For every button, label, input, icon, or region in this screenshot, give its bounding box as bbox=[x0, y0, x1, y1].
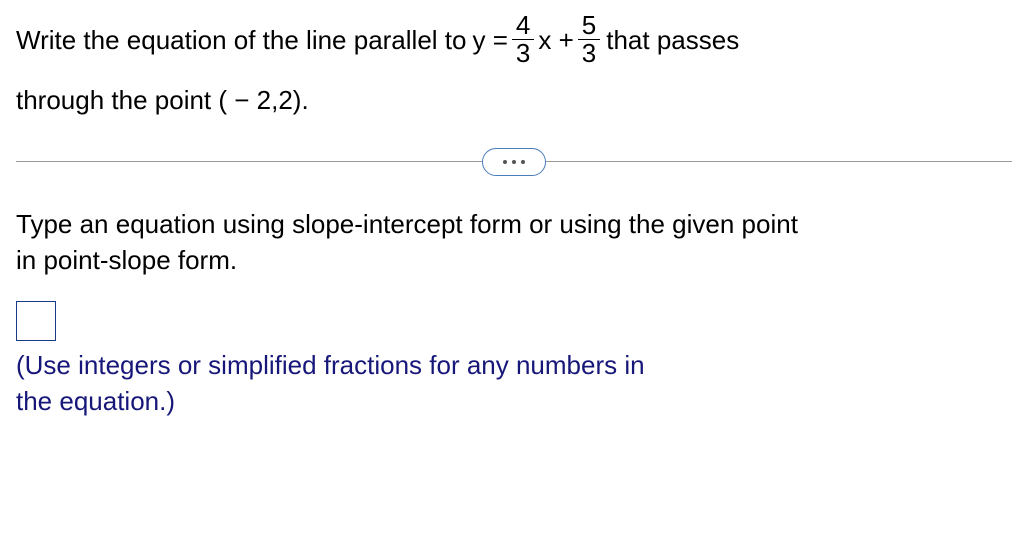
dots-icon bbox=[512, 160, 516, 164]
fraction-1: 4 3 bbox=[512, 12, 534, 68]
instructions-line-1: Type an equation using slope-intercept f… bbox=[16, 206, 1012, 242]
equation-input[interactable] bbox=[16, 301, 56, 341]
section-divider bbox=[16, 148, 1012, 176]
divider-line-left bbox=[16, 161, 483, 162]
answer-block: (Use integers or simplified fractions fo… bbox=[16, 301, 1012, 420]
question-block: Write the equation of the line parallel … bbox=[16, 12, 1012, 118]
expr-left: y = bbox=[472, 22, 507, 58]
question-line-1: Write the equation of the line parallel … bbox=[16, 12, 1012, 68]
question-line-2: through the point ( − 2,2). bbox=[16, 82, 1012, 118]
fraction-2-num: 5 bbox=[578, 12, 600, 39]
fraction-2: 5 3 bbox=[578, 12, 600, 68]
question-suffix-1: that passes bbox=[606, 22, 739, 58]
dots-icon bbox=[503, 160, 507, 164]
question-prefix: Write the equation of the line parallel … bbox=[16, 22, 466, 58]
question-equation: y = 4 3 x + 5 3 bbox=[466, 12, 604, 68]
expr-mid: x + bbox=[538, 22, 573, 58]
fraction-1-den: 3 bbox=[512, 39, 534, 67]
helper-line-1: (Use integers or simplified fractions fo… bbox=[16, 347, 776, 383]
helper-text: (Use integers or simplified fractions fo… bbox=[16, 347, 776, 420]
expand-toggle[interactable] bbox=[482, 148, 546, 176]
divider-line-right bbox=[545, 161, 1012, 162]
fraction-2-den: 3 bbox=[578, 39, 600, 67]
fraction-1-num: 4 bbox=[512, 12, 534, 39]
instructions-block: Type an equation using slope-intercept f… bbox=[16, 206, 1012, 279]
dots-icon bbox=[521, 160, 525, 164]
helper-line-2: the equation.) bbox=[16, 383, 776, 419]
instructions-line-2: in point-slope form. bbox=[16, 242, 1012, 278]
